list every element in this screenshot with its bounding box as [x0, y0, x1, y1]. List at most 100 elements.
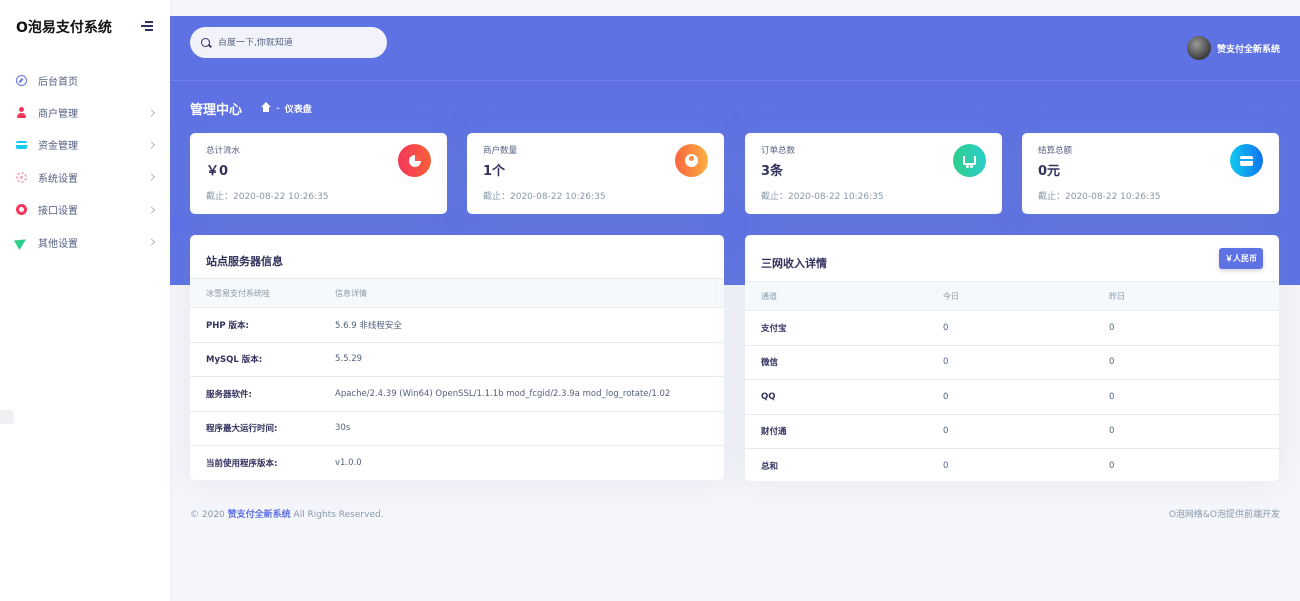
income-table: 通道 今日 昨日 支付宝 0 0 微信 0 0 QQ 0 0 财付通 0 0 总… [745, 281, 1279, 481]
sidebar-item-label: 其他设置 [38, 238, 78, 250]
stat-timestamp: 截止：2020-08-22 10:26:35 [206, 192, 329, 202]
panel-title: 站点服务器信息 [206, 255, 283, 268]
gear-icon [16, 171, 27, 183]
sidebar-collapse-handle[interactable] [0, 410, 14, 424]
sidebar-item-label: 系统设置 [38, 173, 78, 185]
pie-chart-icon [408, 154, 421, 167]
sidebar-item-merchants[interactable]: 商户管理 [0, 96, 170, 128]
info-value: 30s [335, 411, 724, 446]
footer-brand-link[interactable]: 赞支付全新系统 [228, 510, 291, 520]
sidebar-item-other-settings[interactable]: 其他设置 [0, 226, 170, 258]
currency-button[interactable]: ￥人民币 [1219, 248, 1263, 269]
credit-card-icon [16, 141, 27, 150]
channel-name: QQ [745, 379, 943, 415]
channel-name: 总和 [761, 462, 779, 472]
menu-toggle-icon[interactable] [141, 21, 153, 31]
user-circle-icon [685, 154, 698, 167]
cart-icon [963, 156, 976, 168]
stat-timestamp: 截止：2020-08-22 10:26:35 [761, 192, 884, 202]
info-key: PHP 版本: [190, 307, 335, 343]
stat-timestamp: 截止：2020-08-22 10:26:35 [483, 192, 606, 202]
panel-title: 三网收入详情 [761, 257, 827, 270]
sidebar-item-label: 接口设置 [38, 206, 78, 218]
table-row: 程序最大运行时间: 30s [190, 411, 724, 446]
sidebar-item-funds[interactable]: 资金管理 [0, 129, 170, 161]
stat-label: 商户数量 [483, 146, 518, 156]
column-header: 今日 [943, 281, 1109, 311]
sidebar-item-home[interactable]: 后台首页 [0, 64, 170, 96]
info-value: 5.5.29 [335, 342, 724, 377]
yesterday-value: 0 [1109, 310, 1279, 346]
chevron-right-icon [147, 238, 156, 246]
stat-label: 订单总数 [761, 146, 796, 156]
search-icon [201, 38, 210, 47]
plug-icon [16, 204, 27, 216]
yesterday-value: 0 [1109, 461, 1115, 471]
info-key: 程序最大运行时间: [190, 411, 335, 446]
copyright-prefix: © 2020 [190, 510, 225, 520]
search-input[interactable] [218, 37, 378, 48]
home-icon[interactable] [261, 101, 271, 113]
stat-label: 总计流水 [206, 146, 241, 156]
footer-copyright: © 2020 赞支付全新系统 All Rights Reserved. [190, 507, 384, 520]
info-value: v1.0.0 [335, 445, 724, 480]
table-row: 微信 0 0 [745, 345, 1279, 380]
column-header: 昨日 [1109, 281, 1279, 311]
search-box[interactable] [190, 27, 387, 58]
user-name[interactable]: 赞支付全新系统 [1217, 42, 1280, 55]
table-row: QQ 0 0 [745, 379, 1279, 415]
stat-card-merchant-count: 商户数量 1个 截止：2020-08-22 10:26:35 [467, 133, 724, 214]
sidebar-item-label: 后台首页 [38, 76, 78, 88]
user-menu[interactable]: 赞支付全新系统 [1186, 36, 1280, 60]
today-value: 0 [943, 461, 949, 471]
stat-icon-circle [953, 144, 986, 177]
sidebar-nav: 后台首页 商户管理 资金管理 系统设置 接口设置 其他设置 [0, 64, 170, 258]
chevron-right-icon [147, 173, 156, 181]
today-value: 0 [943, 379, 1109, 415]
sidebar-item-label: 商户管理 [38, 109, 78, 121]
wallet-icon [1240, 155, 1253, 166]
sidebar-item-system-settings[interactable]: 系统设置 [0, 161, 170, 193]
table-row: MySQL 版本: 5.5.29 [190, 342, 724, 377]
chevron-right-icon [147, 206, 156, 214]
today-value: 0 [943, 414, 1109, 449]
stat-icon-circle [675, 144, 708, 177]
server-info-table: 冰雪易支付系统哇 信息详情 PHP 版本: 5.6.9 非线程安全 MySQL … [190, 278, 724, 480]
table-row: 服务器软件: Apache/2.4.39 (Win64) OpenSSL/1.1… [190, 376, 724, 412]
server-info-panel: 站点服务器信息 冰雪易支付系统哇 信息详情 PHP 版本: 5.6.9 非线程安… [190, 235, 724, 480]
stat-card-order-count: 订单总数 3条 截止：2020-08-22 10:26:35 [745, 133, 1002, 214]
chevron-right-icon [147, 109, 156, 117]
yesterday-value: 0 [1109, 345, 1279, 380]
info-value: Apache/2.4.39 (Win64) OpenSSL/1.1.1b mod… [335, 376, 724, 412]
table-row: 财付通 0 0 [745, 414, 1279, 449]
yesterday-value: 0 [1109, 379, 1279, 415]
stat-timestamp: 截止：2020-08-22 10:26:35 [1038, 192, 1161, 202]
avatar[interactable] [1186, 36, 1211, 60]
brand-logo[interactable]: O泡易支付系统 [16, 17, 112, 37]
info-key: 服务器软件: [190, 376, 335, 412]
info-key: MySQL 版本: [190, 342, 335, 377]
column-header: 冰雪易支付系统哇 [190, 278, 335, 308]
breadcrumb-separator: - [276, 103, 280, 114]
table-row: 当前使用程序版本: v1.0.0 [190, 445, 724, 480]
column-header: 通道 [745, 281, 943, 311]
stat-card-settlement-total: 结算总额 0元 截止：2020-08-22 10:26:35 [1022, 133, 1279, 214]
info-key: 当前使用程序版本: [190, 445, 335, 480]
channel-name: 微信 [745, 345, 943, 380]
stat-icon-circle [1230, 144, 1263, 177]
stat-icon-circle [398, 144, 431, 177]
send-icon [13, 234, 30, 250]
panel-header: 三网收入详情 ￥人民币 [745, 235, 1279, 281]
info-value: 5.6.9 非线程安全 [335, 307, 724, 343]
breadcrumb-current: 仪表盘 [284, 105, 312, 115]
table-row: 总和 0 0 [745, 449, 1279, 482]
copyright-suffix: All Rights Reserved. [293, 510, 384, 520]
channel-name: 财付通 [745, 414, 943, 449]
sidebar-item-api-settings[interactable]: 接口设置 [0, 194, 170, 226]
compass-icon [16, 74, 27, 86]
sidebar-item-label: 资金管理 [38, 141, 78, 153]
channel-name: 支付宝 [745, 310, 943, 346]
yesterday-value: 0 [1109, 414, 1279, 449]
sidebar: O泡易支付系统 后台首页 商户管理 资金管理 系统设置 接口设置 其他设置 [0, 0, 170, 601]
footer-credit: O泡网络&O泡提供前端开发 [1168, 510, 1280, 520]
